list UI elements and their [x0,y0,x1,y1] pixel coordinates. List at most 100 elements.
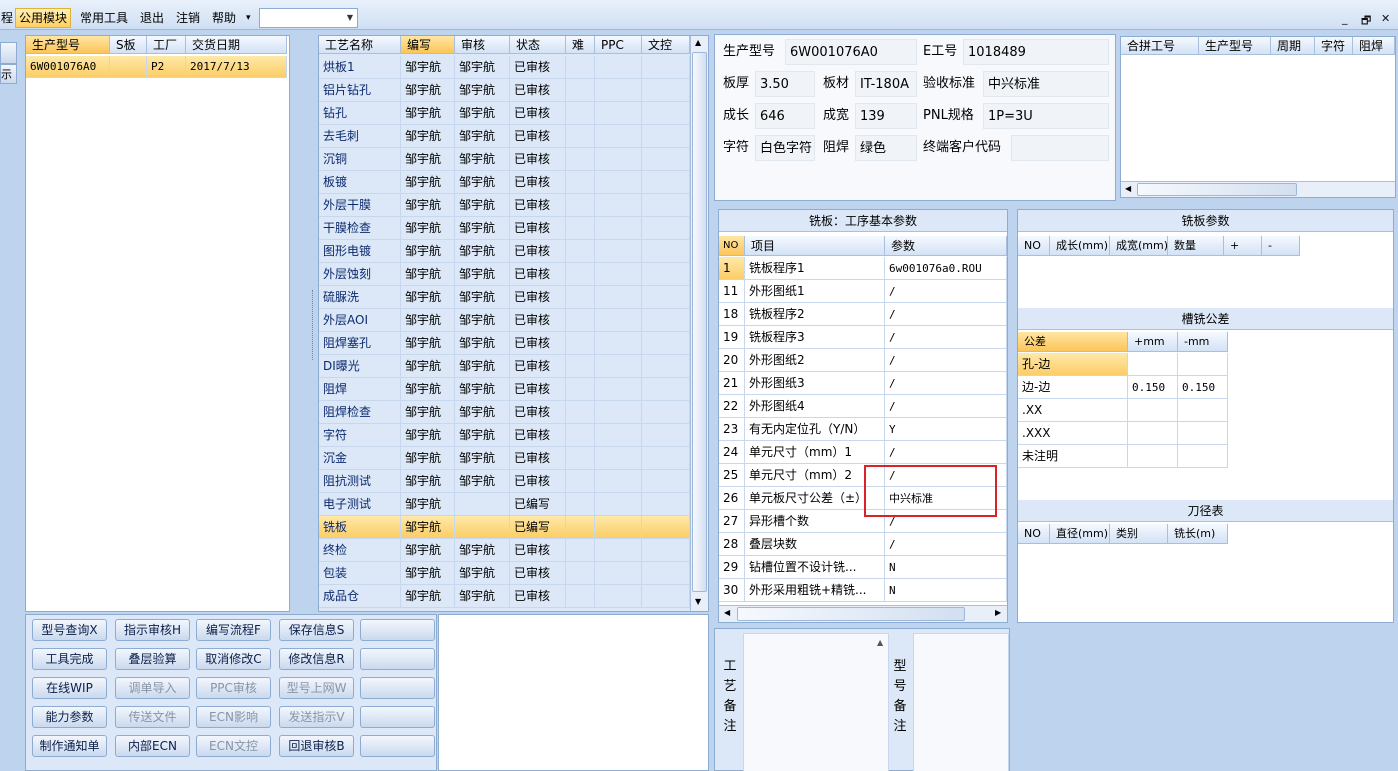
field-length[interactable]: 646 [755,103,815,129]
col-doc-control[interactable]: 文控 [642,36,690,54]
menu-common-tools[interactable]: 常用工具 [77,8,131,28]
table-row[interactable]: 孔-边 [1018,353,1228,376]
table-row[interactable]: 去毛刺 邹宇航 邹宇航 已审核 [319,125,690,148]
button-17[interactable]: 传送文件 [115,706,190,728]
col-no[interactable]: NO [1018,524,1050,544]
scroll-up-icon[interactable]: ▲ [695,38,701,47]
button-21[interactable]: 制作通知单 [32,735,107,757]
scroll-left-icon[interactable]: ◀ [1125,184,1131,193]
blank-button[interactable] [360,706,435,728]
scroll-left-icon[interactable]: ◀ [724,608,730,617]
minimize-icon[interactable]: _ [1342,12,1348,25]
button-12[interactable]: 调单导入 [115,677,190,699]
edge-button-1[interactable] [0,42,17,64]
table-row[interactable]: 阻焊 邹宇航 邹宇航 已审核 [319,378,690,401]
table-row[interactable]: 铣板 邹宇航 已编写 [319,516,690,539]
close-icon[interactable]: ✕ [1381,12,1390,25]
mill-hscrollbar[interactable]: ◀ ▶ [719,605,1007,622]
table-row[interactable]: 29 钻槽位置不设计铣... N [719,556,1007,579]
table-row[interactable]: 23 有无内定位孔（Y/N） Y [719,418,1007,441]
button-23[interactable]: ECN文控 [196,735,271,757]
button-16[interactable]: 能力参数 [32,706,107,728]
table-row[interactable]: 沉铜 邹宇航 邹宇航 已审核 [319,148,690,171]
table-row[interactable]: 阻焊塞孔 邹宇航 邹宇航 已审核 [319,332,690,355]
button-3[interactable]: 编写流程F [196,619,271,641]
scroll-right-icon[interactable]: ▶ [995,608,1001,617]
table-row[interactable]: 阻抗测试 邹宇航 邹宇航 已审核 [319,470,690,493]
menu-public-module[interactable]: 公用模块 [15,8,72,28]
table-row[interactable]: 终检 邹宇航 邹宇航 已审核 [319,539,690,562]
field-standard[interactable]: 中兴标准 [983,71,1109,97]
table-row[interactable]: .XX [1018,399,1228,422]
menu-logout[interactable]: 注销 [173,8,203,28]
col-minus-mm[interactable]: -mm [1178,332,1228,352]
col-mill-length[interactable]: 铣长(m) [1168,524,1228,544]
blank-button[interactable] [360,619,435,641]
process-notes-textarea[interactable]: ▲ [743,633,889,771]
field-material[interactable]: IT-180A [855,71,917,97]
table-row[interactable]: 沉金 邹宇航 邹宇航 已审核 [319,447,690,470]
col-difficulty[interactable]: 难 [566,36,595,54]
blank-button[interactable] [360,648,435,670]
button-8[interactable]: 取消修改C [196,648,271,670]
field-char[interactable]: 白色字符 [755,135,815,161]
col-item[interactable]: 项目 [745,236,885,256]
button-22[interactable]: 内部ECN [115,735,190,757]
process-scrollbar[interactable]: ▲ ▼ [690,36,708,611]
col-reviewer[interactable]: 审核 [455,36,510,54]
button-19[interactable]: 发送指示V [279,706,354,728]
table-row[interactable]: 板镀 邹宇航 邹宇航 已审核 [319,171,690,194]
blank-button[interactable] [360,735,435,757]
col-minus[interactable]: - [1262,236,1300,256]
field-pnl[interactable]: 1P=3U [983,103,1109,129]
col-plus-mm[interactable]: +mm [1128,332,1178,352]
col-width[interactable]: 成宽(mm) [1110,236,1168,256]
table-row[interactable]: 硫脲洗 邹宇航 邹宇航 已审核 [319,286,690,309]
col-diameter[interactable]: 直径(mm) [1050,524,1110,544]
col-param[interactable]: 参数 [885,236,1007,256]
scroll-thumb[interactable] [692,52,707,592]
help-dropdown-icon[interactable]: ▾ [243,8,254,28]
restore-icon[interactable]: 🗗 [1361,12,1371,31]
col-no[interactable]: NO [719,236,745,256]
col-merge-eno[interactable]: 合拼工号 [1121,37,1199,55]
table-row[interactable]: 字符 邹宇航 邹宇航 已审核 [319,424,690,447]
col-merge-char[interactable]: 字符 [1315,37,1353,55]
field-customer[interactable] [1011,135,1109,161]
table-row[interactable]: 电子测试 邹宇航 已编写 [319,493,690,516]
module-select[interactable]: ▼ [259,8,358,28]
table-row[interactable]: 外层蚀刻 邹宇航 邹宇航 已审核 [319,263,690,286]
table-row[interactable]: 干膜检查 邹宇航 邹宇航 已审核 [319,217,690,240]
col-s-board[interactable]: S板 [110,36,147,54]
table-row[interactable]: 包装 邹宇航 邹宇航 已审核 [319,562,690,585]
table-row[interactable]: 1 铣板程序1 6w001076a0.ROU [719,257,1007,280]
table-row[interactable]: 20 外形图纸2/ [719,349,1007,372]
edge-button-2[interactable]: 示 [0,64,17,84]
col-no[interactable]: NO [1018,236,1050,256]
col-tolerance[interactable]: 公差 [1018,332,1128,352]
table-row[interactable]: DI曝光 邹宇航 邹宇航 已审核 [319,355,690,378]
table-row[interactable]: 19 铣板程序3/ [719,326,1007,349]
col-process-name[interactable]: 工艺名称 [319,36,401,54]
col-qty[interactable]: 数量 [1168,236,1224,256]
button-24[interactable]: 回退审核B [279,735,354,757]
table-row[interactable]: 外层干膜 邹宇航 邹宇航 已审核 [319,194,690,217]
table-row[interactable]: 图形电镀 邹宇航 邹宇航 已审核 [319,240,690,263]
button-6[interactable]: 工具完成 [32,648,107,670]
col-status[interactable]: 状态 [510,36,566,54]
splitter-handle[interactable] [312,290,316,360]
field-eno[interactable]: 1018489 [963,39,1109,65]
col-merge-mask[interactable]: 阻焊 [1353,37,1395,55]
button-14[interactable]: 型号上网W [279,677,354,699]
col-plus[interactable]: + [1224,236,1262,256]
table-row[interactable]: 30 外形采用粗铣+精铣... N [719,579,1007,602]
col-ppc[interactable]: PPC [595,36,642,54]
table-row[interactable]: 21 外形图纸3/ [719,372,1007,395]
button-1[interactable]: 型号查询X [32,619,107,641]
menu-help[interactable]: 帮助 [209,8,239,28]
merge-hscrollbar[interactable]: ◀ [1121,181,1395,197]
table-row[interactable]: 28 叠层块数 / [719,533,1007,556]
field-width[interactable]: 139 [855,103,917,129]
table-row[interactable]: 烘板1 邹宇航 邹宇航 已审核 [319,56,690,79]
col-delivery-date[interactable]: 交货日期 [186,36,287,54]
